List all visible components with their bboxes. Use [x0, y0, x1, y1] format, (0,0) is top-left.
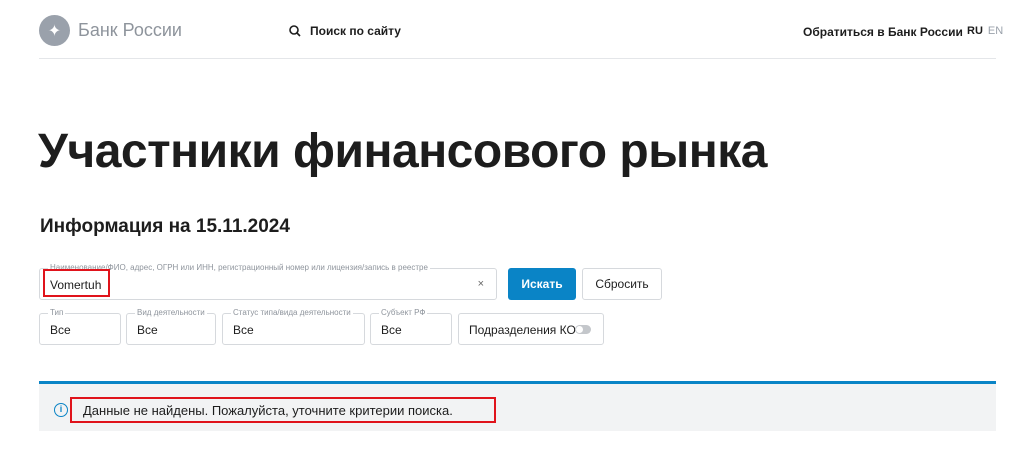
page-title: Участники финансового рынка [38, 125, 767, 178]
search-label: Поиск по сайту [310, 24, 401, 38]
logo-text: Банк России [78, 20, 182, 40]
search-icon [289, 25, 301, 37]
branches-toggle[interactable]: Подразделения КО [458, 313, 604, 345]
language-switch: RU EN [967, 25, 1003, 37]
site-search[interactable]: Поиск по сайту [289, 24, 401, 38]
filter-label: Субъект РФ [379, 308, 428, 317]
highlight-box [43, 269, 110, 297]
eagle-emblem-icon: ✦ [39, 15, 70, 46]
filter-value: Все [137, 323, 158, 337]
filter-status[interactable]: Статус типа/вида деятельности Все [222, 308, 365, 345]
filter-label: Вид деятельности [135, 308, 207, 317]
filter-value: Все [50, 323, 71, 337]
info-date: Информация на 15.11.2024 [40, 216, 290, 237]
info-icon: i [54, 403, 68, 417]
toggle-switch[interactable] [575, 325, 591, 334]
logo[interactable]: ✦ Банк России [39, 15, 182, 46]
filter-activity[interactable]: Вид деятельности Все [126, 308, 216, 345]
toggle-label: Подразделения КО [469, 323, 576, 337]
search-button[interactable]: Искать [508, 268, 576, 300]
lang-ru[interactable]: RU [967, 25, 983, 37]
filter-value: Все [233, 323, 254, 337]
lang-en[interactable]: EN [988, 25, 1003, 37]
filter-value: Все [381, 323, 402, 337]
highlight-box [70, 397, 496, 423]
clear-icon[interactable]: × [478, 278, 484, 290]
filter-region[interactable]: Субъект РФ Все [370, 308, 452, 345]
filter-type[interactable]: Тип Все [39, 308, 121, 345]
filter-label: Статус типа/вида деятельности [231, 308, 353, 317]
reset-button[interactable]: Сбросить [582, 268, 662, 300]
divider [39, 58, 996, 59]
filter-label: Тип [48, 308, 66, 317]
contact-link[interactable]: Обратиться в Банк России [803, 25, 963, 39]
